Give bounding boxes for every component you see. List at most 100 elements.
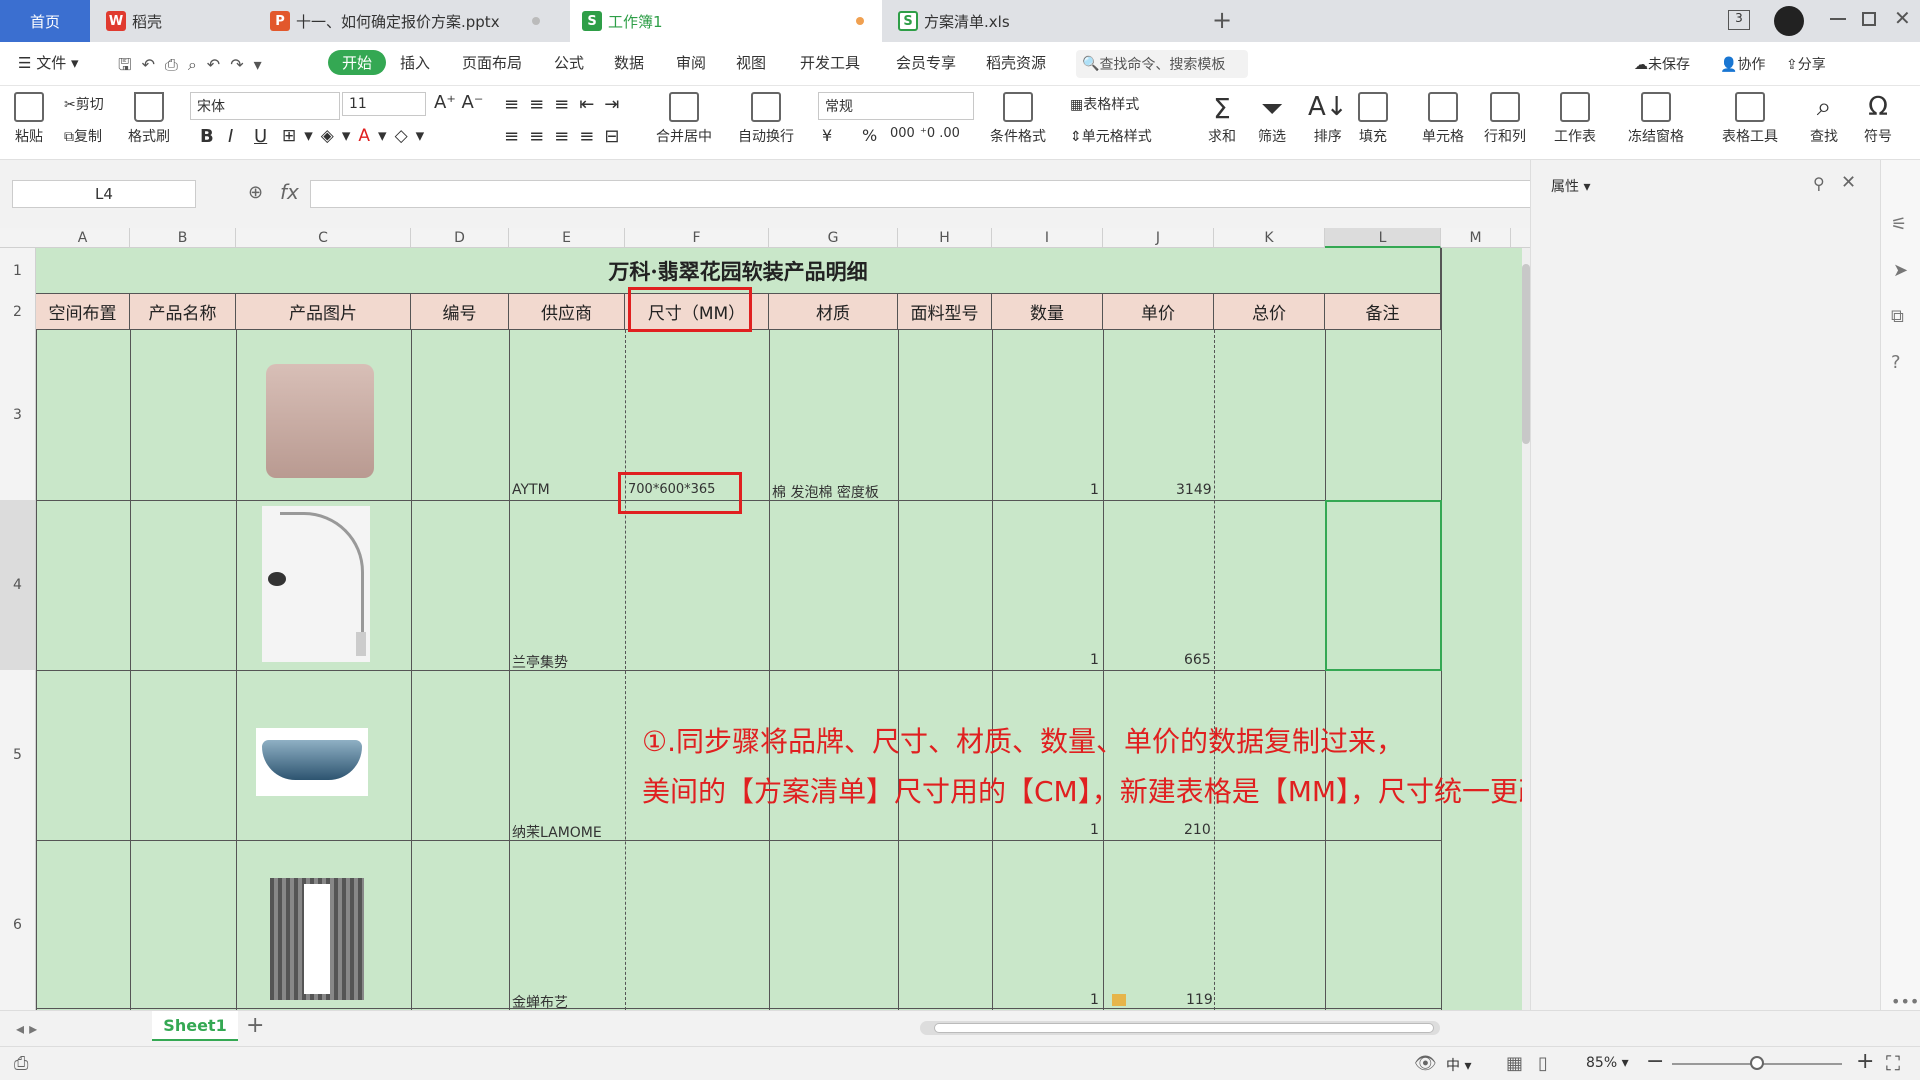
window-count-badge[interactable]: 3: [1728, 10, 1750, 30]
row4-supplier[interactable]: 兰亭集势: [512, 652, 568, 672]
header-product-image[interactable]: 产品图片: [236, 294, 411, 330]
border-fill-color-icons[interactable]: ⊞▾◈▾A▾◇▾: [282, 126, 432, 146]
row4-qty[interactable]: 1: [1090, 652, 1099, 668]
header-supplier[interactable]: 供应商: [509, 294, 625, 330]
percent-button[interactable]: %: [862, 126, 877, 145]
row-header-5[interactable]: 5: [0, 670, 36, 840]
row4-price[interactable]: 665: [1184, 652, 1211, 668]
header-code[interactable]: 编号: [411, 294, 509, 330]
col-header-d[interactable]: D: [411, 228, 509, 248]
input-mode[interactable]: 中 ▾: [1446, 1055, 1471, 1075]
wrap-text-button[interactable]: 自动换行: [738, 92, 794, 146]
command-search[interactable]: 🔍 查找命令、搜索模板: [1076, 50, 1248, 78]
header-material[interactable]: 材质: [769, 294, 898, 330]
properties-title[interactable]: 属性 ▾: [1551, 176, 1590, 196]
quick-access-icons[interactable]: 🖫↶⎙⌕↶↷▾: [118, 54, 272, 81]
zoom-level[interactable]: 85% ▾: [1586, 1055, 1629, 1071]
zoom-in-button[interactable]: +: [1856, 1049, 1874, 1074]
zoom-slider-thumb[interactable]: [1750, 1056, 1764, 1070]
panel-close-icon[interactable]: ✕: [1841, 172, 1856, 193]
tab-xls[interactable]: S 方案清单.xls: [886, 0, 1196, 42]
menu-view[interactable]: 视图: [736, 52, 766, 73]
horizontal-scroll-thumb[interactable]: [934, 1023, 1434, 1033]
menu-start[interactable]: 开始: [328, 50, 387, 75]
name-box[interactable]: L4: [12, 180, 196, 208]
filter-button[interactable]: ⏷ 筛选: [1258, 92, 1286, 146]
col-header-l[interactable]: L: [1325, 228, 1441, 248]
number-format-select[interactable]: 常规: [818, 92, 974, 120]
tab-pptx[interactable]: P 十一、如何确定报价方案.pptx: [258, 0, 558, 42]
row-header-3[interactable]: 3: [0, 330, 36, 500]
close-icon[interactable]: ✕: [1894, 6, 1911, 30]
maximize-icon[interactable]: [1862, 12, 1876, 26]
cut-button[interactable]: ✂剪切: [64, 94, 104, 114]
new-tab-button[interactable]: +: [1212, 6, 1232, 34]
decimal-icons[interactable]: ⁺0 .00: [920, 126, 960, 141]
align-h-icons[interactable]: ≡≡≡≡⊟: [504, 126, 629, 147]
col-header-b[interactable]: B: [130, 228, 236, 248]
tab-workbook1[interactable]: S 工作簿1: [570, 0, 882, 42]
sheet-nav-icons[interactable]: ◂ ▸: [16, 1019, 37, 1038]
product-image-floor-lamp[interactable]: [262, 506, 370, 662]
menu-insert[interactable]: 插入: [400, 52, 430, 73]
align-icons[interactable]: ≡≡≡⇤⇥: [504, 94, 629, 115]
merge-center-button[interactable]: 合并居中: [656, 92, 712, 146]
cell-style-button[interactable]: ⇕单元格样式: [1070, 126, 1152, 146]
row-header-2[interactable]: 2: [0, 294, 36, 330]
tab-home[interactable]: 首页: [0, 0, 90, 42]
header-remarks[interactable]: 备注: [1325, 294, 1441, 330]
rowcol-button[interactable]: 行和列: [1484, 92, 1526, 146]
pin-icon[interactable]: ⚲: [1813, 174, 1825, 193]
table-tools-button[interactable]: 表格工具: [1722, 92, 1778, 146]
table-style-button[interactable]: ▦表格样式: [1070, 94, 1139, 114]
row3-price[interactable]: 3149: [1176, 482, 1212, 498]
thousands-button[interactable]: 000: [890, 126, 915, 141]
menu-page-layout[interactable]: 页面布局: [462, 52, 522, 73]
menu-review[interactable]: 审阅: [676, 52, 706, 73]
row6-supplier[interactable]: 金蝉布艺: [512, 992, 568, 1010]
find-button[interactable]: ⌕ 查找: [1810, 92, 1838, 146]
layout-icon[interactable]: ⧉: [1891, 306, 1904, 327]
macro-icon[interactable]: ⎙: [14, 1053, 28, 1074]
symbol-button[interactable]: Ω 符号: [1864, 92, 1892, 146]
menu-data[interactable]: 数据: [614, 52, 644, 73]
fullscreen-icon[interactable]: ⛶: [1886, 1051, 1900, 1075]
font-size-select[interactable]: 11: [342, 92, 426, 116]
row3-material[interactable]: 棉 发泡棉 密度板: [772, 482, 879, 502]
paste-button[interactable]: 粘贴: [14, 92, 44, 146]
paste-options-icon[interactable]: [1112, 994, 1126, 1006]
normal-view-icon[interactable]: ▦: [1506, 1053, 1523, 1074]
add-sheet-button[interactable]: +: [246, 1013, 264, 1038]
page-view-icon[interactable]: ▯: [1538, 1053, 1548, 1074]
col-header-f[interactable]: F: [625, 228, 769, 248]
formula-input[interactable]: [310, 180, 1540, 208]
col-header-e[interactable]: E: [509, 228, 625, 248]
conditional-format-button[interactable]: 条件格式: [990, 92, 1046, 146]
font-name-select[interactable]: 宋体: [190, 92, 340, 120]
header-unit-price[interactable]: 单价: [1103, 294, 1214, 330]
worksheet-button[interactable]: 工作表: [1554, 92, 1596, 146]
row5-price[interactable]: 210: [1184, 822, 1211, 838]
row5-supplier[interactable]: 纳茉LAMOME: [512, 822, 602, 842]
menu-formula[interactable]: 公式: [554, 52, 584, 73]
col-header-i[interactable]: I: [992, 228, 1103, 248]
menu-member[interactable]: 会员专享: [896, 52, 956, 73]
vertical-scrollbar[interactable]: [1522, 248, 1530, 1010]
filter-settings-icon[interactable]: ⚟: [1891, 214, 1907, 235]
eye-protection-icon[interactable]: 👁: [1414, 1053, 1437, 1074]
zoom-formula-icon[interactable]: ⊕: [248, 182, 263, 203]
menu-daoke-resources[interactable]: 稻壳资源: [986, 52, 1046, 73]
row6-price[interactable]: 119: [1186, 992, 1213, 1008]
italic-button[interactable]: I: [228, 126, 233, 147]
row-header-6[interactable]: 6: [0, 840, 36, 1010]
product-image-curtain[interactable]: [270, 878, 364, 1000]
selected-cell-l4[interactable]: [1325, 500, 1442, 671]
bold-button[interactable]: B: [200, 126, 214, 147]
menu-dev-tools[interactable]: 开发工具: [800, 52, 860, 73]
sum-button[interactable]: Σ 求和: [1208, 92, 1236, 146]
tab-daoke[interactable]: W 稻壳: [94, 0, 254, 42]
fill-button[interactable]: 填充: [1358, 92, 1388, 146]
col-header-a[interactable]: A: [36, 228, 130, 248]
tab-close-dot[interactable]: [532, 17, 540, 25]
freeze-panes-button[interactable]: 冻结窗格: [1628, 92, 1684, 146]
